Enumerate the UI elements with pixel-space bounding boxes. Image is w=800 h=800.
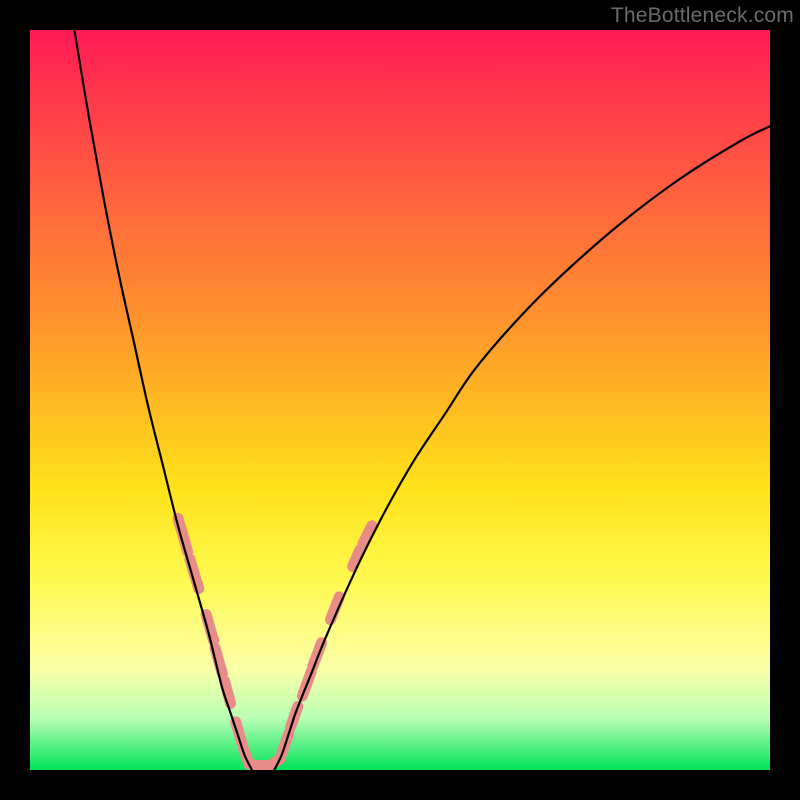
left-branch-path: [74, 30, 252, 770]
bottleneck-plot: [30, 30, 770, 770]
chart-frame: [30, 30, 770, 770]
curve-layer: [74, 30, 770, 770]
highlight-dash: [313, 643, 322, 667]
right-branch-path: [274, 126, 770, 770]
watermark-text: TheBottleneck.com: [611, 4, 794, 28]
marker-layer: [178, 518, 372, 765]
